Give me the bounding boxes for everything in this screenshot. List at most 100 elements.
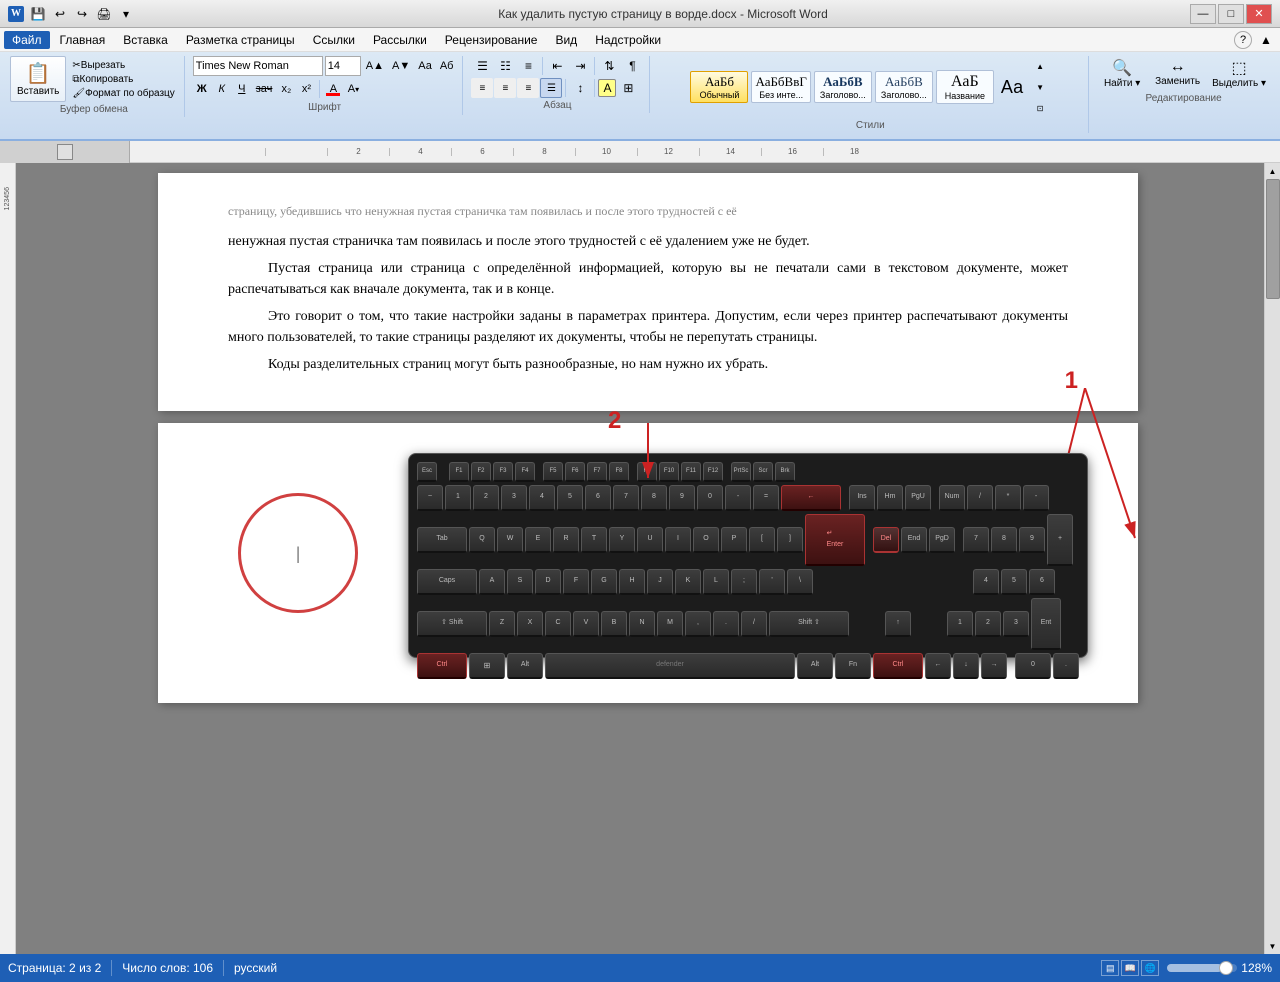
document-area[interactable]: ▲ ▼ 123456 страницу, убедившись что нену… [0,163,1280,954]
align-justify-btn[interactable]: ☰ [540,78,562,98]
view-read-btn[interactable]: 📖 [1121,960,1139,976]
font-row2: Ж К Ч зач x₂ x² A A▾ [193,80,457,98]
find-btn[interactable]: 🔍 Найти ▾ [1097,56,1147,91]
style-no-spacing[interactable]: АаБбВвГ Без инте... [751,71,810,103]
zoom-controls: 128% [1167,961,1272,975]
superscript-btn[interactable]: x² [297,80,315,98]
styles-more-btn[interactable]: ⊡ [1030,98,1050,118]
style-heading1[interactable]: АаБбВ Заголово... [814,71,872,103]
menu-view[interactable]: Вид [547,31,585,49]
bullets-btn[interactable]: ☰ [471,56,493,76]
decrease-font-btn[interactable]: A▼ [389,57,413,75]
kb-num-mul: * [995,485,1021,511]
minimize-ribbon-btn[interactable]: ▲ [1256,30,1276,50]
font-group: A▲ A▼ Аа Аб Ж К Ч зач x₂ x² A A▾ [187,56,464,115]
font-name-input[interactable] [193,56,323,76]
cut-btn[interactable]: ✂ Вырезать [69,59,177,72]
zoom-thumb[interactable] [1219,961,1233,975]
save-qat-btn[interactable]: 💾 [28,4,48,24]
undo-qat-btn[interactable]: ↩ [50,4,70,24]
text-color-btn[interactable]: A [324,80,342,98]
kb-g: G [591,569,617,595]
menu-mailings[interactable]: Рассылки [365,31,435,49]
dropdown-qat-btn[interactable]: ▾ [116,4,136,24]
font-size-input[interactable] [325,56,361,76]
style-no-spacing-preview: АаБбВвГ [755,74,806,90]
multilevel-btn[interactable]: ≡ [517,56,539,76]
minimize-btn[interactable]: — [1190,4,1216,24]
scroll-thumb[interactable] [1266,179,1280,299]
borders-btn[interactable]: ⊞ [617,78,639,98]
menu-page-layout[interactable]: Разметка страницы [178,31,303,49]
window-controls: — □ ✕ [1190,4,1272,24]
close-btn[interactable]: ✕ [1246,4,1272,24]
kb-lctrl: Ctrl [417,653,467,679]
select-btn[interactable]: ⬚ Выделить ▾ [1208,56,1270,91]
page1-text[interactable]: ненужная пустая страничка там появилась … [228,231,1068,375]
align-center-btn[interactable]: ≡ [494,78,516,98]
change-styles-btn[interactable]: Аа [997,77,1027,97]
paste-btn[interactable]: 📋 Вставить [10,56,66,102]
increase-indent-btn[interactable]: ⇥ [569,56,591,76]
style-heading2-label: Заголово... [881,90,927,100]
decrease-indent-btn[interactable]: ⇤ [546,56,568,76]
kb-p: P [721,527,747,553]
print-qat-btn[interactable]: 🖨 [94,4,114,24]
numbering-btn[interactable]: ☷ [494,56,516,76]
kb-numenter: Ent [1031,598,1061,650]
kb-zxcv-row: ⇧ Shift Z X C V B N M , . / Shift ⇧ [417,598,1079,650]
menu-insert[interactable]: Вставка [115,31,176,49]
kb-1: 1 [445,485,471,511]
menu-home[interactable]: Главная [52,31,114,49]
status-sep1 [111,960,112,976]
scroll-down-btn[interactable]: ▼ [1265,938,1280,954]
menu-file[interactable]: Файл [4,31,50,49]
italic-btn[interactable]: К [213,80,231,98]
clipboard-label: Буфер обмена [60,104,128,115]
underline-btn[interactable]: Ч [233,80,251,98]
kb-fn-row: Esc F1 F2 F3 F4 F5 F6 F7 F8 F9 F10 [417,462,1079,482]
zoom-slider[interactable] [1167,964,1237,972]
line-spacing-btn[interactable]: ↕ [569,78,591,98]
keyboard-area: 2 Esc F1 [408,453,1088,658]
sep5 [594,79,595,97]
copy-btn[interactable]: ⧉ Копировать [69,73,177,86]
align-right-btn[interactable]: ≡ [517,78,539,98]
clear-format-btn[interactable]: Аа [415,57,435,75]
kb-tilde: ~ [417,485,443,511]
scroll-up-btn[interactable]: ▲ [1265,163,1280,179]
kb-f3: F3 [493,462,513,482]
text-effects-btn[interactable]: Аб [437,57,457,75]
clipboard-right: ✂ Вырезать ⧉ Копировать 🖌 Формат по обра… [69,59,177,100]
style-normal[interactable]: АаБб Обычный [690,71,748,103]
show-para-btn[interactable]: ¶ [621,56,643,76]
kb-bottom-row: Ctrl ⊞ Alt defender Alt Fn Ctrl ← ↓ → 0 [417,653,1079,679]
kb-left: ← [925,653,951,679]
subscript-btn[interactable]: x₂ [277,80,295,98]
menu-addins[interactable]: Надстройки [587,31,669,49]
shading-btn[interactable]: A [598,79,616,97]
view-print-btn[interactable]: ▤ [1101,960,1119,976]
vertical-scrollbar[interactable]: ▲ ▼ [1264,163,1280,954]
menu-review[interactable]: Рецензирование [437,31,546,49]
replace-btn[interactable]: ↔ Заменить [1151,56,1204,91]
maximize-btn[interactable]: □ [1218,4,1244,24]
help-btn[interactable]: ? [1234,31,1252,49]
kb-y: Y [609,527,635,553]
strikethrough-btn[interactable]: зач [253,80,276,98]
highlight-btn[interactable]: A▾ [344,80,362,98]
redo-qat-btn[interactable]: ↪ [72,4,92,24]
styles-up-btn[interactable]: ▲ [1030,56,1050,76]
increase-font-btn[interactable]: A▲ [363,57,387,75]
sort-btn[interactable]: ⇅ [598,56,620,76]
styles-down-btn[interactable]: ▼ [1030,77,1050,97]
format-painter-btn[interactable]: 🖌 Формат по образцу [69,87,177,100]
menu-references[interactable]: Ссылки [305,31,363,49]
kb-f6: F6 [565,462,585,482]
align-left-btn[interactable]: ≡ [471,78,493,98]
ruler-corner-btn[interactable] [57,144,73,160]
bold-btn[interactable]: Ж [193,80,211,98]
style-title[interactable]: АаБ Название [936,70,994,104]
style-heading2[interactable]: АаБбВ Заголово... [875,71,933,103]
view-web-btn[interactable]: 🌐 [1141,960,1159,976]
